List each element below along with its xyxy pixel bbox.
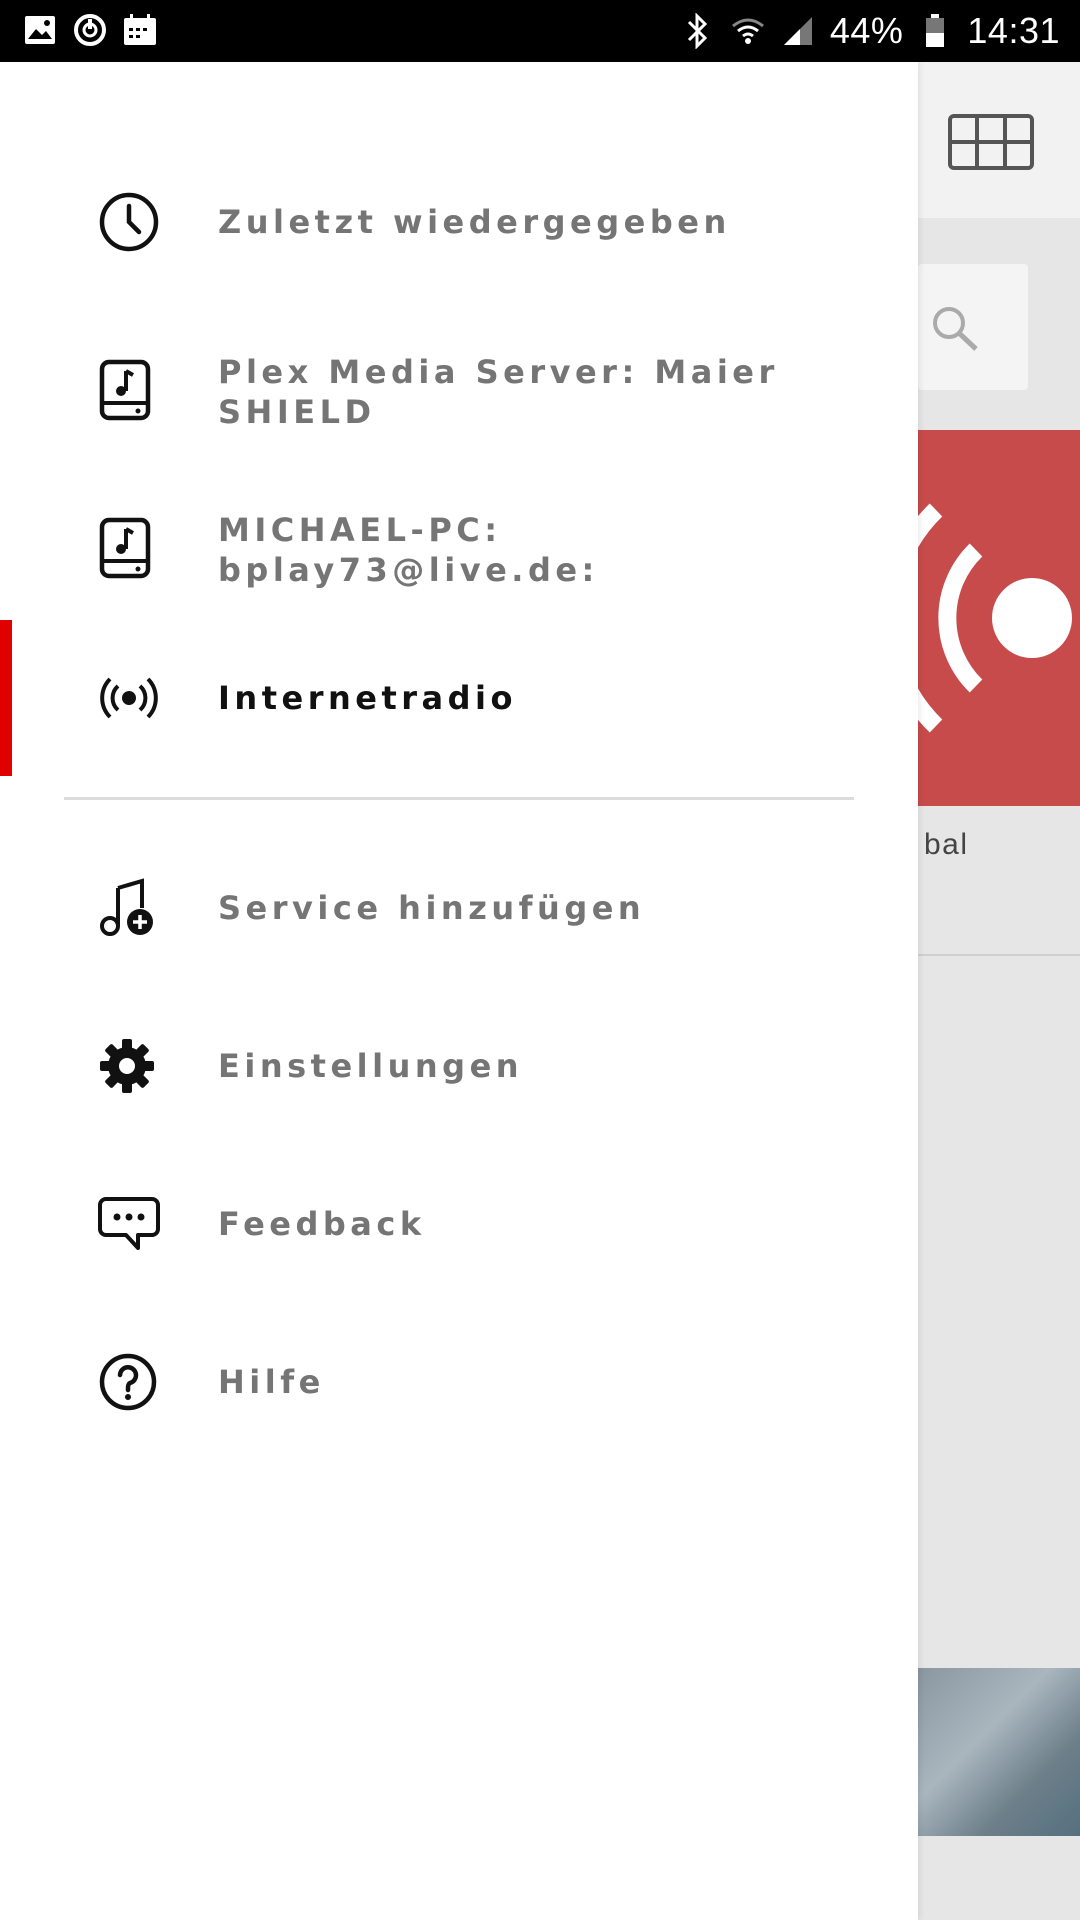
music-drive-icon [98,516,152,580]
background-header [918,62,1080,218]
drawer-item-label-line1: MICHAEL-PC: [218,511,502,549]
status-left-icons [22,12,158,48]
search-icon [930,304,980,357]
drawer-item-settings[interactable]: Einstellungen [0,1002,918,1130]
drawer-item-label: Plex Media Server: Maier SHIELD [218,352,779,432]
signal-icon [780,13,816,49]
radio-tile-icon [918,503,1072,733]
gear-icon [98,1034,156,1098]
drawer-item-label: Internetradio [218,679,517,717]
calendar-icon [122,12,158,48]
drawer-item-recently-played[interactable]: Zuletzt wiedergegeben [0,158,918,286]
drawer-item-label: Service hinzufügen [218,889,646,927]
bluetooth-icon [680,13,716,49]
drawer-item-help[interactable]: Hilfe [0,1318,918,1446]
clock-time: 14:31 [967,10,1060,51]
battery-icon [917,13,953,49]
sync-icon [72,12,108,48]
wifi-icon [730,13,766,49]
chat-bubble-icon [98,1192,160,1256]
music-add-icon [98,876,156,940]
background-app: bal [918,62,1080,1920]
radio-tile-label: bal [924,828,969,861]
drawer-item-label: Einstellungen [218,1047,524,1085]
drawer-item-label: Feedback [218,1205,426,1243]
drawer-item-feedback[interactable]: Feedback [0,1160,918,1288]
radio-broadcast-icon [98,666,160,730]
clock-icon [98,190,160,254]
radio-tile[interactable] [918,430,1080,806]
battery-percent: 44% [829,10,904,51]
status-bar: 44% 14:31 [0,0,1080,62]
drawer-item-label-line1: Plex Media Server: Maier [218,353,779,391]
drawer-item-label-line2: bplay73@live.de: [218,551,599,589]
drawer-item-label-line2: SHIELD [218,393,376,431]
help-circle-icon [98,1350,158,1414]
navigation-drawer: Zuletzt wiedergegeben Plex Media Server:… [0,62,918,1920]
drawer-item-michael-pc[interactable]: MICHAEL-PC: bplay73@live.de: [0,484,918,612]
drawer-item-label: MICHAEL-PC: bplay73@live.de: [218,510,599,590]
background-divider [918,954,1080,956]
drawer-item-add-service[interactable]: Service hinzufügen [0,844,918,972]
drawer-item-internet-radio[interactable]: Internetradio [0,634,918,762]
background-search-box[interactable] [918,264,1028,390]
drawer-item-label: Hilfe [218,1363,325,1401]
drawer-divider [64,797,854,800]
background-thumbnail[interactable] [918,1668,1080,1836]
status-right: 44% 14:31 [680,0,1060,62]
music-drive-icon [98,358,152,422]
image-icon [22,12,58,48]
drawer-item-label: Zuletzt wiedergegeben [218,203,731,241]
grid-view-icon[interactable] [948,114,1034,175]
drawer-item-plex-server[interactable]: Plex Media Server: Maier SHIELD [0,326,918,454]
